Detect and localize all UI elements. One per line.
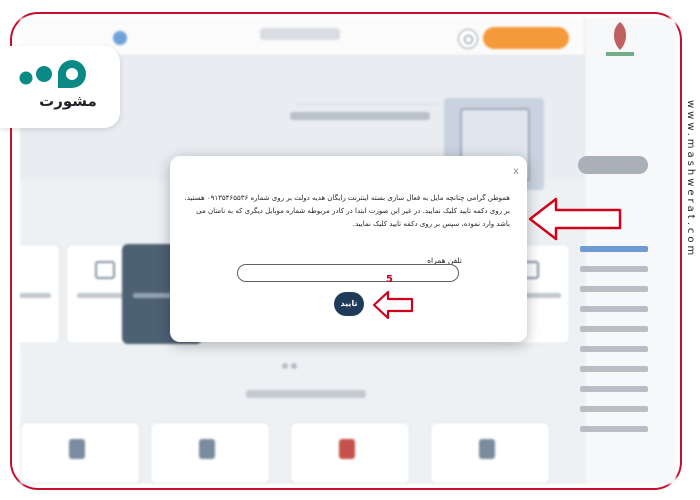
top-title-placeholder [260,28,340,40]
sidebar-item[interactable] [580,366,648,372]
carousel-dots[interactable] [282,354,312,369]
confirm-button[interactable]: تایید [334,292,364,316]
website-watermark: www.mashwerat.com [685,100,696,259]
sidebar-item[interactable] [580,346,648,352]
card-label-placeholder [20,293,51,298]
page-frame: x هموطن گرامی چنانچه مایل به فعال سازی ب… [0,0,700,500]
emblem-icon [479,439,495,459]
sidebar-item[interactable] [580,386,648,392]
close-icon[interactable]: x [510,166,522,178]
section-title-placeholder [246,390,366,398]
mashwerat-logo-icon: مشورت [19,60,97,110]
step-number: 5 [386,274,393,285]
sidebar-item[interactable] [580,246,648,252]
sidebar-item[interactable] [580,426,648,432]
org-card[interactable] [290,422,410,484]
emblem-icon [199,439,215,459]
sidebar-item[interactable] [580,326,648,332]
arrow-left-icon [528,197,622,241]
folder-icon [95,261,115,279]
notification-icon[interactable] [113,31,127,45]
gift-internet-modal: x هموطن گرامی چنانچه مایل به فعال سازی ب… [170,156,527,342]
arrow-left-icon [372,290,414,320]
svg-text:مشورت: مشورت [39,92,97,110]
sidebar-item[interactable] [580,306,648,312]
org-card[interactable] [20,422,140,484]
search-icon[interactable] [458,29,478,49]
banner-divider [298,104,438,105]
org-card[interactable] [150,422,270,484]
modal-message: هموطن گرامی چنانچه مایل به فعال سازی بست… [184,194,510,228]
emblem-icon [339,439,355,459]
top-action-button[interactable] [483,27,569,49]
sidebar-item[interactable] [580,406,648,412]
sidebar-action-pill[interactable] [578,156,648,174]
phone-input[interactable] [237,264,459,282]
sidebar-item[interactable] [580,286,648,292]
sidebar-item[interactable] [580,266,648,272]
brand-logo: مشورت [0,46,120,128]
iran-emblem-icon [602,18,638,58]
carousel-dot[interactable] [291,363,297,369]
banner-text-placeholder [290,112,430,120]
org-card[interactable] [430,422,550,484]
service-card[interactable] [20,244,60,344]
emblem-icon [69,439,85,459]
carousel-dot[interactable] [282,363,288,369]
